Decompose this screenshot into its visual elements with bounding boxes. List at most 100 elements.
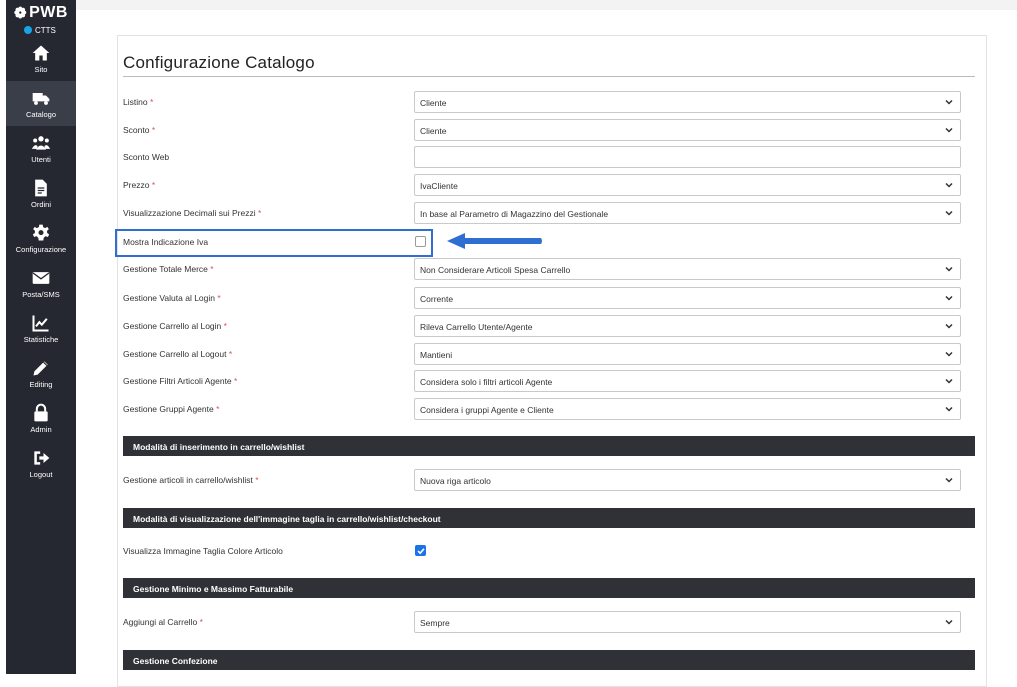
sidebar-item-label: Utenti xyxy=(31,155,51,164)
sconto-select[interactable]: Cliente xyxy=(414,119,961,141)
checkmark-icon xyxy=(417,548,425,555)
section-header-immagine-taglia: Modalità di visualizzazione dell'immagin… xyxy=(123,508,975,528)
sconto-web-input[interactable] xyxy=(414,146,961,168)
field-label: Aggiungi al Carrello * xyxy=(123,617,203,627)
environment-indicator: CTTS xyxy=(24,24,76,36)
field-label: Gestione Filtri Articoli Agente * xyxy=(123,376,238,386)
field-row-immagine-taglia: Visualizza Immagine Taglia Colore Artico… xyxy=(123,540,975,564)
select-value: Rileva Carrello Utente/Agente xyxy=(420,322,533,332)
field-row-aggiungi-carrello: Aggiungi al Carrello * Sempre xyxy=(123,611,975,635)
environment-label: CTTS xyxy=(35,25,56,35)
sidebar-item-label: Statistiche xyxy=(23,335,59,344)
field-label: Gestione Carrello al Login * xyxy=(123,321,227,331)
sidebar-item-ordini[interactable]: Ordini xyxy=(6,171,76,216)
brand-name: PWB xyxy=(29,4,68,21)
chevron-down-icon xyxy=(945,619,953,625)
listino-select[interactable]: Cliente xyxy=(414,91,961,113)
section-title: Modalità di inserimento in carrello/wish… xyxy=(133,442,305,452)
carrello-login-select[interactable]: Rileva Carrello Utente/Agente xyxy=(414,315,961,337)
decimali-select[interactable]: In base al Parametro di Magazzino del Ge… xyxy=(414,202,961,224)
chart-icon xyxy=(32,315,49,332)
field-row-decimali: Visualizzazione Decimali sui Prezzi * In… xyxy=(123,202,975,226)
field-label: Prezzo * xyxy=(123,180,156,190)
sidebar-item-editing[interactable]: Editing xyxy=(6,351,76,396)
select-value: Considera i gruppi Agente e Cliente xyxy=(420,405,554,415)
chevron-down-icon xyxy=(945,351,953,357)
sidebar-item-catalogo[interactable]: Catalogo xyxy=(6,81,76,126)
select-value: IvaCliente xyxy=(420,181,458,191)
sidebar-item-statistiche[interactable]: Statistiche xyxy=(6,306,76,351)
sidebar-item-label: Configurazione xyxy=(15,245,67,254)
lock-icon xyxy=(34,403,48,422)
pencil-icon xyxy=(33,361,48,376)
section-header-fatturabile: Gestione Minimo e Massimo Fatturabile xyxy=(123,578,975,598)
sidebar-item-label: Logout xyxy=(29,470,53,479)
status-dot-icon xyxy=(24,26,32,34)
filtri-agente-select[interactable]: Considera solo i filtri articoli Agente xyxy=(414,370,961,392)
gear-icon xyxy=(32,224,50,241)
field-row-articoli-carrello: Gestione articoli in carrello/wishlist *… xyxy=(123,469,975,493)
home-icon xyxy=(32,45,50,61)
sidebar-item-posta-sms[interactable]: Posta/SMS xyxy=(6,261,76,306)
field-label: Gestione articoli in carrello/wishlist * xyxy=(123,475,259,485)
sidebar-item-label: Posta/SMS xyxy=(22,290,60,299)
highlight-box xyxy=(115,229,433,257)
section-header-carrello-wishlist: Modalità di inserimento in carrello/wish… xyxy=(123,436,975,456)
field-row-valuta-login: Gestione Valuta al Login * Corrente xyxy=(123,287,975,311)
chevron-down-icon xyxy=(945,182,953,188)
chevron-down-icon xyxy=(945,266,953,272)
sidebar-item-admin[interactable]: Admin xyxy=(6,396,76,441)
sidebar-item-configurazione[interactable]: Configurazione xyxy=(6,216,76,261)
totale-merce-select[interactable]: Non Considerare Articoli Spesa Carrello xyxy=(414,258,961,280)
brand-emblem-icon: ❁ xyxy=(14,5,28,22)
mail-icon xyxy=(32,272,50,284)
sidebar-item-label: Catalogo xyxy=(25,110,57,119)
sidebar: ❁ PWB CTTS Sito Catalogo Utenti Ordini C… xyxy=(6,0,76,674)
prezzo-select[interactable]: IvaCliente xyxy=(414,174,961,196)
valuta-login-select[interactable]: Corrente xyxy=(414,287,961,309)
chevron-down-icon xyxy=(945,127,953,133)
truck-icon xyxy=(32,93,50,105)
immagine-taglia-checkbox[interactable] xyxy=(415,545,426,556)
section-title: Gestione Confezione xyxy=(133,656,218,666)
section-title: Gestione Minimo e Massimo Fatturabile xyxy=(133,584,294,594)
section-title: Modalità di visualizzazione dell'immagin… xyxy=(133,514,441,524)
chevron-down-icon xyxy=(945,406,953,412)
arrow-left-icon xyxy=(447,233,542,249)
document-icon xyxy=(35,179,47,197)
articoli-carrello-select[interactable]: Nuova riga articolo xyxy=(414,469,961,491)
field-label: Gestione Valuta al Login * xyxy=(123,293,221,303)
sidebar-item-utenti[interactable]: Utenti xyxy=(6,126,76,171)
page-title: Configurazione Catalogo xyxy=(123,53,315,72)
field-label: Gestione Carrello al Logout * xyxy=(123,349,233,359)
sidebar-item-sito[interactable]: Sito xyxy=(6,36,76,81)
field-label: Gestione Gruppi Agente * xyxy=(123,404,220,414)
chevron-down-icon xyxy=(945,99,953,105)
field-row-totale-merce: Gestione Totale Merce * Non Considerare … xyxy=(123,258,975,282)
carrello-logout-select[interactable]: Mantieni xyxy=(414,343,961,365)
field-row-filtri-agente: Gestione Filtri Articoli Agente * Consid… xyxy=(123,370,975,394)
field-row-listino: Listino * Cliente xyxy=(123,91,975,115)
aggiungi-carrello-select[interactable]: Sempre xyxy=(414,611,961,633)
users-icon xyxy=(31,136,51,150)
field-label: Gestione Totale Merce * xyxy=(123,264,214,274)
brand-logo[interactable]: ❁ PWB xyxy=(6,0,76,26)
title-divider xyxy=(123,76,975,77)
field-row-carrello-login: Gestione Carrello al Login * Rileva Carr… xyxy=(123,315,975,339)
top-band xyxy=(76,0,1017,10)
select-value: Cliente xyxy=(420,98,447,108)
sidebar-nav: Sito Catalogo Utenti Ordini Configurazio… xyxy=(6,36,76,486)
select-value: Mantieni xyxy=(420,350,453,360)
section-header-confezione: Gestione Confezione xyxy=(123,650,975,670)
field-row-sconto-web: Sconto Web xyxy=(123,146,975,170)
sidebar-item-label: Admin xyxy=(30,425,52,434)
field-label: Visualizzazione Decimali sui Prezzi * xyxy=(123,208,262,218)
select-value: In base al Parametro di Magazzino del Ge… xyxy=(420,209,609,219)
gruppi-agente-select[interactable]: Considera i gruppi Agente e Cliente xyxy=(414,398,961,420)
sidebar-item-logout[interactable]: Logout xyxy=(6,441,76,486)
field-label: Sconto Web xyxy=(123,152,170,162)
field-row-sconto: Sconto * Cliente xyxy=(123,119,975,143)
chevron-down-icon xyxy=(945,210,953,216)
chevron-down-icon xyxy=(945,295,953,301)
field-row-gruppi-agente: Gestione Gruppi Agente * Considera i gru… xyxy=(123,398,975,422)
